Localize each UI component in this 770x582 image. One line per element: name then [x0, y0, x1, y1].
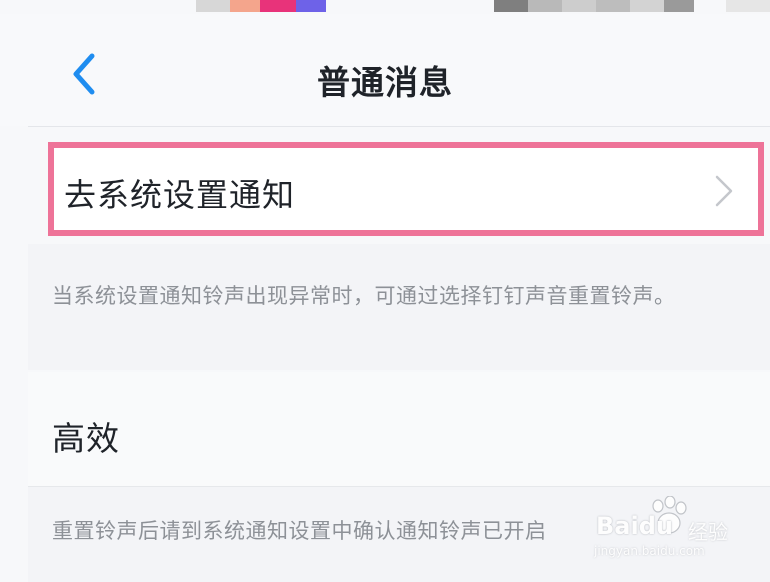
ringtone-tip-text: 当系统设置通知铃声出现异常时，可通过选择钉钉声音重置铃声。	[52, 284, 676, 308]
status-bar-pixel	[562, 0, 596, 12]
status-bar-pixel	[196, 0, 230, 12]
status-bar-pixel	[630, 0, 664, 12]
page-title: 普通消息	[317, 63, 453, 102]
status-bar-pixel	[726, 0, 770, 12]
system-notification-settings-label: 去系统设置通知	[64, 176, 296, 214]
watermark-url: jingyan.baidu.com	[594, 544, 705, 558]
status-bar-pixel	[664, 0, 694, 12]
status-bar-pixel	[494, 0, 528, 12]
baidu-jingyan-watermark: Baidu 经验 jingyan.baidu.com	[588, 496, 758, 566]
status-bar-pixel	[596, 0, 630, 12]
chevron-right-icon	[715, 175, 733, 207]
watermark-brand-cn: 经验	[688, 520, 728, 544]
status-bar-pixel	[528, 0, 562, 12]
efficiency-section-header: 高效	[28, 372, 770, 486]
status-bar-pixel	[260, 0, 296, 12]
system-notification-settings-row[interactable]: 去系统设置通知	[48, 142, 764, 236]
status-bar-pixel	[230, 0, 260, 12]
ringtone-tip-block: 当系统设置通知铃声出现异常时，可通过选择钉钉声音重置铃声。	[28, 244, 770, 370]
divider	[28, 126, 770, 127]
ringtone-reset-tip-text: 重置铃声后请到系统通知设置中确认通知铃声已开启	[52, 519, 547, 543]
notification-settings-screen: 普通消息 去系统设置通知 当系统设置通知铃声出现异常时，可通过选择钉钉声音重置铃…	[0, 0, 770, 582]
watermark-brand: Baidu	[596, 512, 673, 540]
status-bar	[0, 0, 770, 14]
section-title: 高效	[52, 419, 120, 458]
nav-bar: 普通消息	[0, 14, 770, 126]
status-bar-pixel	[296, 0, 326, 12]
